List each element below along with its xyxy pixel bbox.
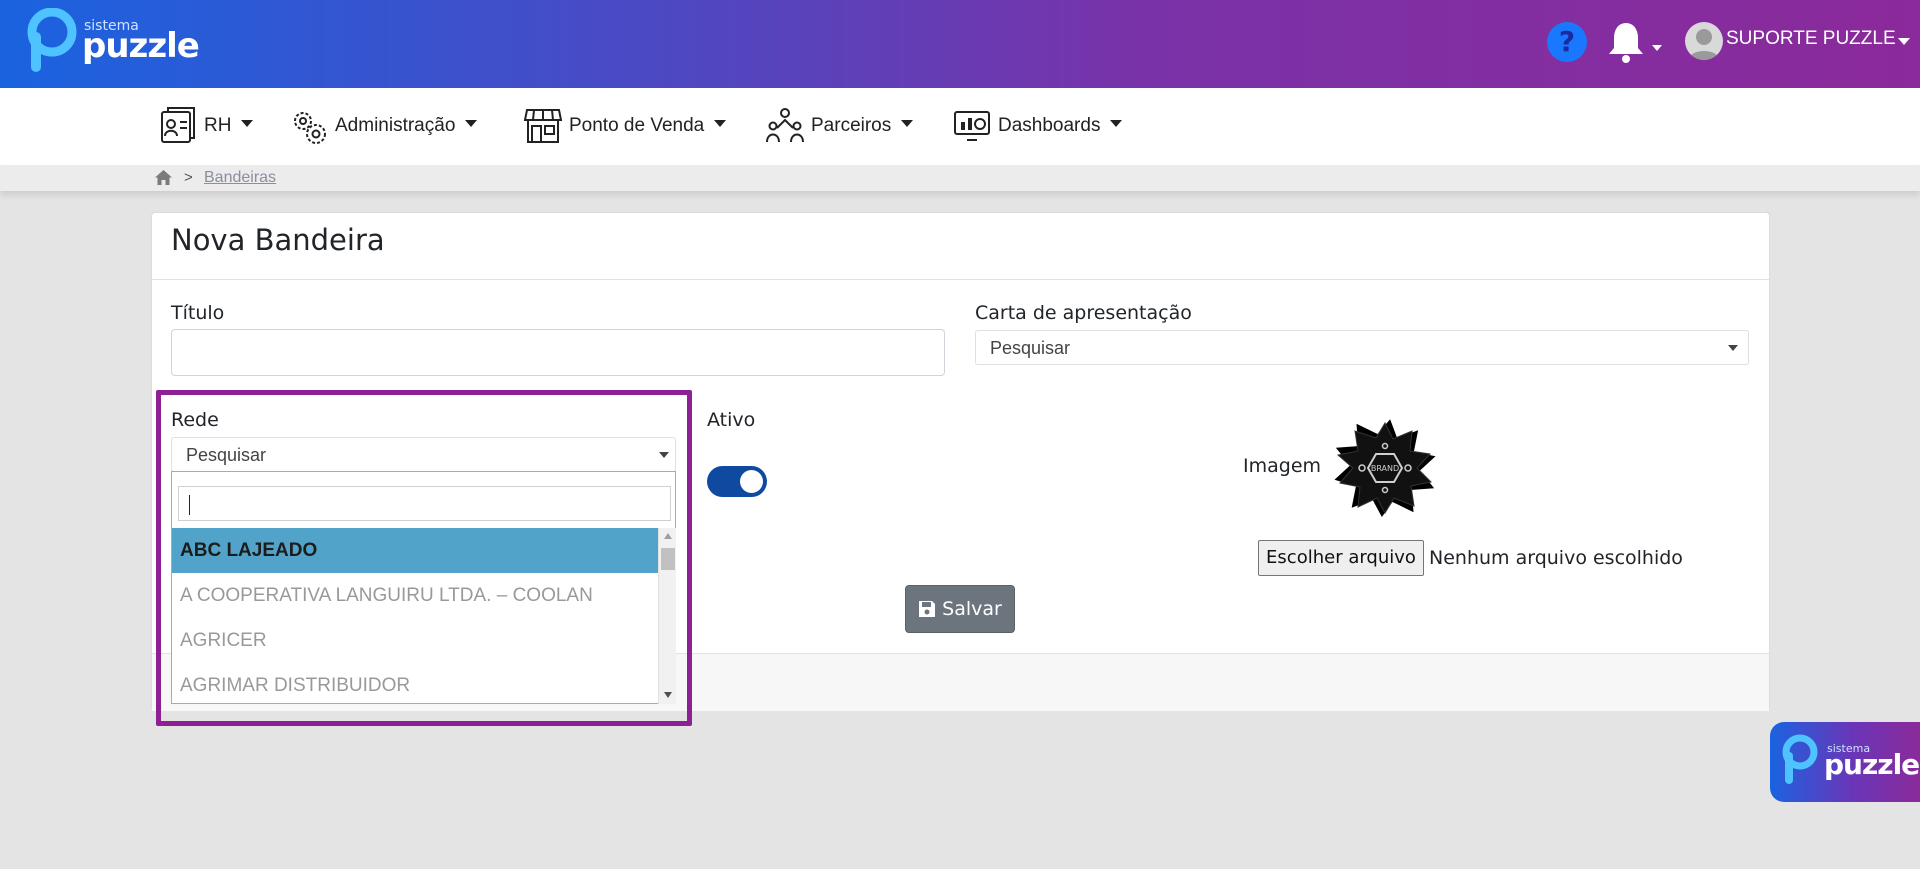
main-menu: RH Administração Ponto de Venda Parceiro… bbox=[0, 88, 1920, 165]
store-icon bbox=[523, 109, 563, 143]
id-card-icon bbox=[161, 107, 195, 143]
chevron-down-icon bbox=[901, 119, 914, 127]
menu-label-ponto-de-venda: Ponto de Venda bbox=[569, 115, 705, 136]
toggle-knob bbox=[740, 470, 763, 493]
page-title: Nova Bandeira bbox=[171, 223, 385, 257]
help-icon[interactable]: ? bbox=[1547, 22, 1587, 62]
ativo-label: Ativo bbox=[707, 409, 756, 431]
people-icon bbox=[766, 108, 804, 143]
save-button-label: Salvar bbox=[942, 598, 1002, 620]
menu-item-dashboards[interactable]: Dashboards bbox=[952, 104, 1123, 148]
brand-image: BRAND bbox=[1334, 419, 1436, 517]
menu-item-parceiros[interactable]: Parceiros bbox=[765, 104, 914, 148]
badge-big-text: puzzle bbox=[1824, 748, 1920, 781]
user-name[interactable]: SUPORTE PUZZLE bbox=[1726, 28, 1896, 50]
bell-chevron-down-icon[interactable] bbox=[1652, 45, 1662, 51]
carta-select[interactable]: Pesquisar bbox=[975, 330, 1749, 365]
choose-file-button[interactable]: Escolher arquivo bbox=[1258, 540, 1424, 576]
puzzle-logo-icon bbox=[1782, 734, 1818, 784]
caret-down-icon bbox=[1728, 345, 1738, 351]
home-icon[interactable] bbox=[154, 169, 173, 186]
carta-select-value: Pesquisar bbox=[990, 338, 1071, 358]
save-button[interactable]: Salvar bbox=[905, 585, 1015, 633]
avatar-icon bbox=[1689, 29, 1719, 60]
titulo-label: Título bbox=[171, 302, 225, 324]
gears-icon bbox=[294, 112, 326, 144]
brand-image-text: BRAND bbox=[1371, 464, 1399, 473]
puzzle-logo-icon bbox=[27, 8, 77, 72]
menu-item-administracao[interactable]: Administração bbox=[289, 104, 478, 148]
chevron-down-icon bbox=[1110, 119, 1123, 127]
chevron-down-icon bbox=[241, 119, 254, 127]
user-chevron-down-icon[interactable] bbox=[1898, 38, 1910, 45]
rede-highlight-frame bbox=[156, 390, 692, 726]
breadcrumb: > Bandeiras bbox=[0, 165, 1920, 191]
menu-label-administracao: Administração bbox=[335, 115, 456, 136]
menu-label-rh: RH bbox=[204, 115, 232, 136]
ativo-toggle[interactable] bbox=[707, 466, 767, 497]
chevron-down-icon bbox=[714, 119, 727, 127]
card-header: Nova Bandeira bbox=[152, 213, 1769, 280]
menu-label-parceiros: Parceiros bbox=[811, 115, 892, 136]
breadcrumb-link-bandeiras[interactable]: Bandeiras bbox=[204, 169, 276, 187]
breadcrumb-separator: > bbox=[184, 169, 193, 186]
floppy-disk-icon bbox=[919, 601, 936, 617]
floating-logo-badge[interactable]: sistema puzzle bbox=[1770, 722, 1920, 802]
monitor-chart-icon bbox=[954, 111, 990, 141]
menu-item-rh[interactable]: RH bbox=[158, 104, 254, 148]
top-header: sistema puzzle ? SUPORTE PUZZLE bbox=[0, 0, 1920, 88]
menu-label-dashboards: Dashboards bbox=[998, 115, 1101, 136]
titulo-input[interactable] bbox=[171, 329, 945, 376]
logo-big-text: puzzle bbox=[82, 26, 200, 66]
chevron-down-icon bbox=[465, 119, 478, 127]
bell-icon[interactable] bbox=[1606, 20, 1646, 64]
imagem-label: Imagem bbox=[1243, 455, 1322, 477]
menu-item-ponto-de-venda[interactable]: Ponto de Venda bbox=[523, 104, 727, 148]
avatar[interactable] bbox=[1685, 22, 1723, 60]
file-status: Nenhum arquivo escolhido bbox=[1429, 547, 1683, 569]
app-logo[interactable]: sistema puzzle bbox=[27, 8, 207, 76]
carta-label: Carta de apresentação bbox=[975, 302, 1192, 324]
